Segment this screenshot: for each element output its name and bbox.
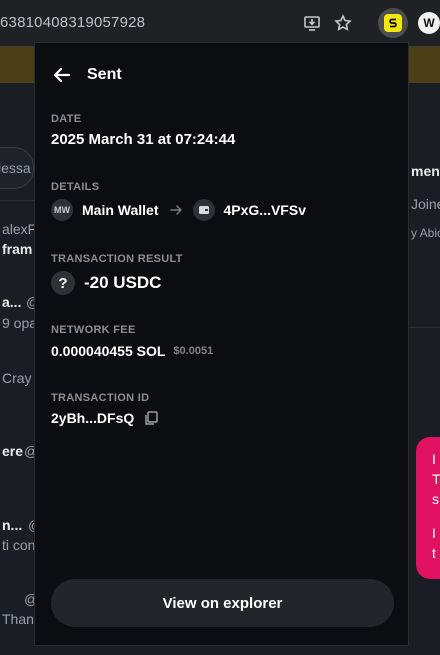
details-row: MW Main Wallet 4PxG...VFSv (51, 199, 306, 221)
wallet-icon (192, 199, 215, 221)
star-icon[interactable] (330, 10, 356, 36)
background-divider (0, 200, 34, 201)
network-fee-row: 0.000040455 SOL $0.0051 (51, 343, 213, 359)
view-on-explorer-button[interactable]: View on explorer (51, 579, 394, 627)
background-text: lessa (0, 160, 31, 176)
background-chat-bubble: I T s I t (416, 437, 440, 579)
arrow-left-icon[interactable] (51, 64, 73, 86)
address-bar-url[interactable]: 63810408319057928 (0, 14, 145, 31)
transaction-id-label: TRANSACTION ID (51, 392, 150, 404)
background-text: T (432, 471, 440, 487)
extension-w-icon[interactable]: W (418, 12, 440, 34)
date-label: DATE (51, 113, 82, 125)
background-text: a... (2, 294, 22, 310)
transaction-result-label: TRANSACTION RESULT (51, 253, 183, 265)
transaction-id-row: 2yBh...DFsQ (51, 410, 159, 426)
date-value: 2025 March 31 at 07:24:44 (51, 131, 236, 148)
popup-header: Sent (51, 63, 122, 87)
background-text: @ (24, 443, 34, 459)
page-title: Sent (87, 66, 122, 83)
copy-icon[interactable] (143, 410, 159, 426)
background-text: I (432, 451, 436, 467)
background-text: Joine (411, 196, 440, 212)
background-text: Than (2, 611, 34, 627)
background-text: s (432, 491, 439, 507)
transaction-detail-popup: Sent DATE 2025 March 31 at 07:24:44 DETA… (34, 42, 409, 646)
background-text: ti con (2, 537, 34, 553)
background-text: n... (2, 517, 23, 533)
transaction-amount: -20 USDC (84, 273, 162, 292)
background-text: fram (2, 241, 33, 257)
background-text: t (432, 545, 436, 561)
background-text: alexF (2, 221, 34, 237)
network-fee-usd: $0.0051 (173, 345, 214, 357)
from-wallet-name: Main Wallet (82, 202, 159, 218)
question-icon: ? (51, 271, 75, 295)
avatar: MW (51, 199, 73, 221)
network-fee-amount: 0.000040455 SOL (51, 343, 166, 359)
install-app-icon[interactable] (299, 10, 325, 36)
background-right-column: ments Joine y Abio I T s I t (409, 83, 440, 655)
background-text: @ (26, 294, 34, 310)
browser-toolbar: 63810408319057928 W (0, 0, 440, 47)
background-text: ments (411, 163, 440, 179)
wallet-extension-button[interactable] (378, 8, 408, 38)
arrow-right-icon (169, 203, 183, 217)
background-text: Cray (2, 370, 32, 386)
wallet-extension-icon (384, 14, 402, 32)
background-text: ere (2, 443, 24, 459)
background-text: y Abio (411, 226, 440, 240)
details-label: DETAILS (51, 181, 100, 193)
transaction-result-row: ? -20 USDC (51, 271, 161, 295)
to-address[interactable]: 4PxG...VFSv (224, 202, 306, 218)
transaction-id-value: 2yBh...DFsQ (51, 410, 135, 426)
background-text: 9 opa (2, 315, 34, 331)
background-text: @ (24, 591, 34, 607)
background-left-column: lessa alexF fram a... @ 9 opa Cray ere @… (0, 83, 34, 655)
background-text: I (432, 525, 436, 541)
network-fee-label: NETWORK FEE (51, 324, 136, 336)
background-divider (409, 327, 440, 328)
